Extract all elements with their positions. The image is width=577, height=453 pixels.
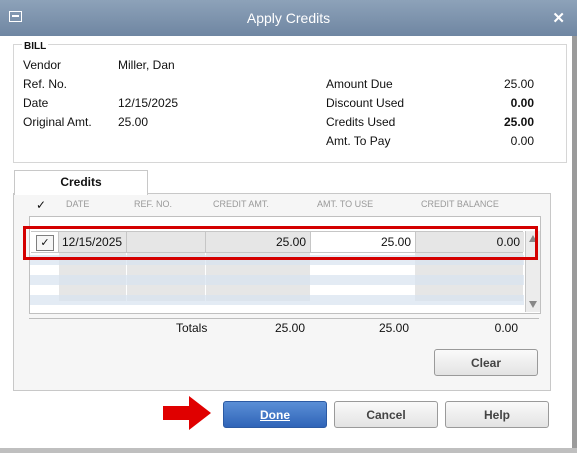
vendor-label: Vendor (23, 58, 62, 72)
window-title: Apply Credits (246, 10, 331, 26)
dialog-body: BILL Vendor Miller, Dan Ref. No. Date 12… (5, 36, 572, 448)
amount-due-value: 25.00 (503, 77, 534, 91)
checkmark-column-header[interactable]: ✓ (36, 198, 46, 212)
credits-used-value: 25.00 (503, 115, 534, 129)
help-button[interactable]: Help (445, 401, 549, 428)
date-label: Date (23, 96, 49, 110)
title-bar: Apply Credits ✕ (0, 0, 577, 36)
cancel-button[interactable]: Cancel (334, 401, 438, 428)
totals-row: Totals 25.00 25.00 0.00 (29, 318, 539, 337)
totals-credit-balance: 0.00 (494, 321, 518, 335)
bill-legend: BILL (22, 41, 49, 52)
totals-amount-to-use: 25.00 (378, 321, 409, 335)
date-column-header[interactable]: DATE (66, 199, 89, 209)
clear-button[interactable]: Clear (434, 349, 538, 376)
amount-to-pay-value: 0.00 (510, 134, 534, 148)
grid-stripe (30, 295, 524, 305)
bill-section: BILL Vendor Miller, Dan Ref. No. Date 12… (13, 41, 567, 163)
vendor-value: Miller, Dan (118, 58, 175, 72)
window-edge (572, 36, 577, 448)
refno-label: Ref. No. (23, 77, 68, 91)
close-icon[interactable]: ✕ (552, 9, 565, 27)
refno-column-header[interactable]: REF. NO. (134, 199, 172, 209)
credits-used-label: Credits Used (326, 115, 396, 129)
discount-used-value: 0.00 (510, 96, 534, 110)
discount-used-label: Discount Used (326, 96, 405, 110)
original-amount-label: Original Amt. (23, 115, 92, 129)
original-amount-value: 25.00 (118, 115, 149, 129)
amount-to-use-column-header[interactable]: AMT. TO USE (317, 199, 373, 209)
totals-credit-amount: 25.00 (274, 321, 305, 335)
date-value: 12/15/2025 (118, 96, 179, 110)
tab-credits[interactable]: Credits (14, 170, 148, 195)
credits-panel: ✓ DATE REF. NO. CREDIT AMT. AMT. TO USE … (13, 193, 551, 391)
window-bottom-edge (0, 448, 577, 453)
credit-amount-column-header[interactable]: CREDIT AMT. (213, 199, 269, 209)
scroll-down-icon[interactable] (529, 301, 537, 308)
done-button-label: Done (260, 408, 290, 422)
amount-to-pay-label: Amt. To Pay (326, 134, 391, 148)
done-button[interactable]: Done (223, 401, 327, 428)
amount-due-label: Amount Due (326, 77, 393, 91)
grid-stripe (30, 275, 524, 285)
row-highlight-box (23, 226, 538, 260)
credit-balance-column-header[interactable]: CREDIT BALANCE (421, 199, 499, 209)
totals-label: Totals (176, 321, 208, 335)
red-arrow-icon (163, 396, 211, 430)
